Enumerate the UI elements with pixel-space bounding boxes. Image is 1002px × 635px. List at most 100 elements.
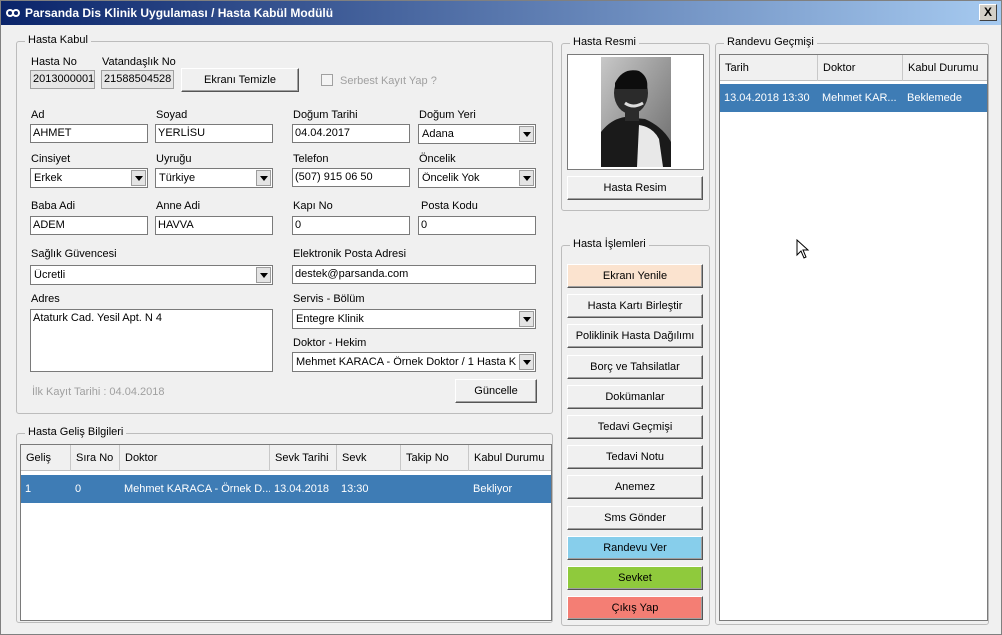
randevu-table[interactable]: Tarih Doktor Kabul Durumu 13.04.2018 13:…: [719, 54, 988, 621]
servis-label: Servis - Bölüm: [293, 293, 365, 305]
table-cell: Beklemede: [907, 92, 963, 104]
eposta-label: Elektronik Posta Adresi: [293, 248, 407, 260]
posta-kodu-label: Posta Kodu: [421, 200, 478, 212]
serbest-kayit-checkbox[interactable]: [321, 74, 333, 86]
table-cell: 13.04.2018: [274, 483, 330, 495]
randevu-legend: Randevu Geçmişi: [724, 36, 817, 48]
telefon-field[interactable]: (507) 915 06 50: [292, 168, 410, 187]
action-button-8[interactable]: Sms Gönder: [567, 506, 703, 530]
hasta-gelis-legend: Hasta Geliş Bilgileri: [25, 426, 127, 438]
chevron-down-icon[interactable]: [256, 170, 271, 186]
column-header[interactable]: Sevk Tarihi: [270, 445, 337, 471]
chevron-down-icon[interactable]: [131, 170, 146, 186]
baba-adi-field[interactable]: ADEM: [30, 216, 148, 235]
doktor-label: Doktor - Hekim: [293, 337, 367, 349]
hasta-resmi-legend: Hasta Resmi: [570, 36, 639, 48]
anne-adi-field[interactable]: HAVVA: [155, 216, 273, 235]
table-cell: 0: [75, 483, 82, 495]
baba-adi-label: Baba Adi: [31, 200, 76, 212]
title-bar: Parsanda Dis Klinik Uygulaması / Hasta K…: [1, 1, 1001, 25]
servis-select[interactable]: Entegre Klinik: [292, 309, 536, 329]
uyrugu-value: Türkiye: [159, 172, 196, 184]
column-header[interactable]: Kabul Durumu: [469, 445, 551, 471]
cinsiyet-label: Cinsiyet: [31, 153, 71, 165]
table-cell: Mehmet KARACA - Örnek D...: [124, 483, 270, 495]
oncelik-value: Öncelik Yok: [422, 172, 480, 184]
uyrugu-label: Uyruğu: [156, 153, 192, 165]
action-button-1[interactable]: Hasta Kartı Birleştir: [567, 294, 703, 318]
uyrugu-select[interactable]: Türkiye: [155, 168, 273, 188]
column-header[interactable]: Geliş: [21, 445, 71, 471]
action-button-9[interactable]: Randevu Ver: [567, 536, 703, 560]
oncelik-label: Öncelik: [419, 153, 456, 165]
table-cell: Bekliyor: [473, 483, 513, 495]
app-icon: [6, 9, 20, 17]
ad-field[interactable]: AHMET: [30, 124, 148, 143]
table-row[interactable]: 1 0 Mehmet KARACA - Örnek D... 13.04.201…: [21, 475, 551, 503]
hasta-islemleri-legend: Hasta İşlemleri: [570, 238, 649, 250]
table-header: Geliş Sıra No Doktor Sevk Tarihi Sevk Ta…: [21, 445, 551, 471]
hasta-kabul-legend: Hasta Kabul: [25, 34, 91, 46]
kapi-no-field[interactable]: 0: [292, 216, 410, 235]
action-button-6[interactable]: Tedavi Notu: [567, 445, 703, 469]
adres-textarea[interactable]: Ataturk Cad. Yesil Apt. N 4: [30, 309, 273, 372]
eposta-field[interactable]: destek@parsanda.com: [292, 265, 536, 284]
saglik-guvencesi-select[interactable]: Ücretli: [30, 265, 273, 285]
dogum-yeri-select[interactable]: Adana: [418, 124, 536, 144]
ad-label: Ad: [31, 109, 45, 121]
vatandaslik-no-field[interactable]: 21588504528: [101, 70, 174, 89]
posta-kodu-field[interactable]: 0: [418, 216, 536, 235]
saglik-guvencesi-value: Ücretli: [34, 269, 66, 281]
column-header[interactable]: Takip No: [401, 445, 469, 471]
dogum-yeri-label: Doğum Yeri: [419, 109, 476, 121]
column-header[interactable]: Tarih: [720, 55, 818, 81]
mouse-cursor-icon: [796, 239, 810, 259]
chevron-down-icon[interactable]: [519, 311, 534, 327]
column-header[interactable]: Doktor: [120, 445, 270, 471]
serbest-kayit-label: Serbest Kayıt Yap ?: [340, 75, 437, 87]
chevron-down-icon[interactable]: [256, 267, 271, 283]
dogum-yeri-value: Adana: [422, 128, 454, 140]
action-button-11[interactable]: Çıkış Yap: [567, 596, 703, 620]
dogum-tarihi-field[interactable]: 04.04.2017: [292, 124, 410, 143]
column-header[interactable]: Sevk: [337, 445, 401, 471]
action-button-7[interactable]: Anemez: [567, 475, 703, 499]
action-button-5[interactable]: Tedavi Geçmişi: [567, 415, 703, 439]
window-title: Parsanda Dis Klinik Uygulaması / Hasta K…: [25, 6, 334, 20]
action-button-4[interactable]: Dokümanlar: [567, 385, 703, 409]
chevron-down-icon[interactable]: [519, 354, 534, 370]
ilk-kayit-tarihi: İlk Kayıt Tarihi : 04.04.2018: [32, 386, 165, 398]
vatandaslik-no-label: Vatandaşlık No: [102, 56, 176, 68]
table-cell: [401, 475, 469, 503]
adres-label: Adres: [31, 293, 60, 305]
hasta-no-field[interactable]: 2013000001: [30, 70, 95, 89]
table-cell: 13:30: [341, 483, 369, 495]
doktor-select[interactable]: Mehmet KARACA - Örnek Doktor / 1 Hasta K…: [292, 352, 536, 372]
chevron-down-icon[interactable]: [519, 170, 534, 186]
patient-photo-frame: [567, 54, 704, 170]
column-header[interactable]: Kabul Durumu: [903, 55, 987, 81]
column-header[interactable]: Sıra No: [71, 445, 120, 471]
soyad-label: Soyad: [156, 109, 188, 121]
hasta-resim-button[interactable]: Hasta Resim: [567, 176, 703, 200]
action-button-3[interactable]: Borç ve Tahsilatlar: [567, 355, 703, 379]
cinsiyet-select[interactable]: Erkek: [30, 168, 148, 188]
action-button-10[interactable]: Sevket: [567, 566, 703, 590]
close-button[interactable]: X: [979, 4, 997, 21]
doktor-value: Mehmet KARACA - Örnek Doktor / 1 Hasta K…: [296, 356, 517, 368]
column-header[interactable]: Doktor: [818, 55, 903, 81]
chevron-down-icon[interactable]: [519, 126, 534, 142]
hasta-gelis-table[interactable]: Geliş Sıra No Doktor Sevk Tarihi Sevk Ta…: [20, 444, 552, 621]
anne-adi-label: Anne Adi: [156, 200, 201, 212]
table-cell: Mehmet KAR...: [822, 92, 897, 104]
action-button-2[interactable]: Poliklinik Hasta Dağılımı: [567, 324, 703, 348]
clear-screen-button[interactable]: Ekranı Temizle: [181, 68, 299, 92]
oncelik-select[interactable]: Öncelik Yok: [418, 168, 536, 188]
update-button[interactable]: Güncelle: [455, 379, 537, 403]
action-button-0[interactable]: Ekranı Yenile: [567, 264, 703, 288]
table-cell: 13.04.2018 13:30: [724, 92, 810, 104]
hasta-no-label: Hasta No: [31, 56, 77, 68]
saglik-guvencesi-label: Sağlık Güvencesi: [31, 248, 117, 260]
soyad-field[interactable]: YERLİSU: [155, 124, 273, 143]
table-row[interactable]: 13.04.2018 13:30 Mehmet KAR... Beklemede: [720, 84, 987, 112]
